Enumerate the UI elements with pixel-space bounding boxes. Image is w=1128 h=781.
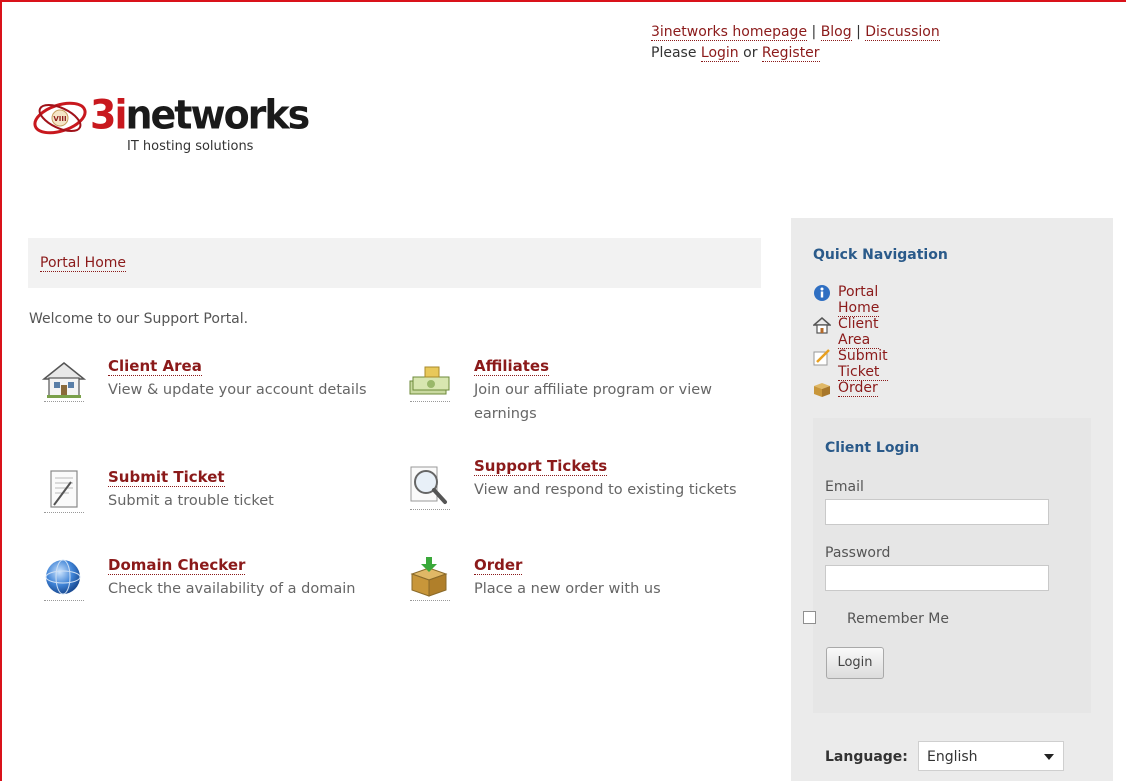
breadcrumb: Portal Home [28, 238, 761, 288]
separator: | [811, 24, 817, 40]
home-icon [813, 317, 831, 334]
magnifier-icon[interactable] [407, 465, 453, 511]
email-field[interactable] [825, 499, 1049, 525]
client-login-title: Client Login [825, 440, 920, 456]
logo-badge-text: VIII [53, 115, 66, 123]
feature-desc: View and respond to existing tickets [474, 482, 737, 498]
login-link[interactable]: Login [700, 45, 739, 62]
feature-desc: Submit a trouble ticket [108, 493, 274, 509]
sidebar: Quick Navigation Portal Home Client Area [791, 218, 1113, 781]
logo-tagline: IT hosting solutions [127, 139, 254, 154]
login-prompt-text: Please [651, 45, 697, 61]
blog-link[interactable]: Blog [820, 24, 852, 41]
logo[interactable]: VIII 3inetworks IT hosting solutions [30, 92, 310, 162]
feature-desc: View & update your account details [108, 382, 367, 398]
quick-nav-label[interactable]: Portal Home [838, 284, 880, 317]
feature-desc: Join our affiliate program or view earni… [474, 382, 713, 422]
password-field[interactable] [825, 565, 1049, 591]
remember-me-label[interactable]: Remember Me [847, 611, 949, 627]
remember-me-checkbox[interactable] [803, 611, 816, 624]
edit-icon [813, 349, 830, 366]
quick-nav-title: Quick Navigation [813, 247, 948, 263]
package-icon [814, 383, 830, 397]
email-label: Email [825, 479, 864, 495]
discussion-link[interactable]: Discussion [865, 24, 940, 41]
info-icon [814, 285, 830, 301]
divider [410, 509, 450, 510]
separator: | [856, 24, 861, 40]
divider [44, 401, 84, 402]
feature-title[interactable]: Support Tickets [474, 457, 608, 476]
divider [44, 512, 84, 513]
login-button[interactable]: Login [826, 647, 884, 679]
quick-nav-label[interactable]: Client Area [838, 316, 879, 349]
logo-swirl-icon: VIII [33, 101, 87, 135]
divider [410, 401, 450, 402]
header-links: 3inetworks homepage | Blog | Discussion … [651, 22, 940, 64]
logo-wordmark: 3inetworks [90, 91, 310, 139]
quick-nav-label[interactable]: Order [838, 380, 878, 397]
house-icon[interactable] [41, 357, 87, 403]
welcome-text: Welcome to our Support Portal. [29, 311, 249, 327]
feature-title[interactable]: Client Area [108, 357, 202, 376]
login-or-text: or [743, 45, 758, 61]
feature-desc: Check the availability of a domain [108, 581, 356, 597]
feature-title[interactable]: Affiliates [474, 357, 550, 376]
language-label: Language: [825, 749, 908, 765]
box-icon[interactable] [407, 556, 453, 602]
homepage-link[interactable]: 3inetworks homepage [651, 24, 808, 41]
language-value: English [927, 749, 978, 765]
feature-title[interactable]: Domain Checker [108, 556, 246, 575]
feature-title[interactable]: Submit Ticket [108, 468, 225, 487]
password-label: Password [825, 545, 891, 561]
feature-title[interactable]: Order [474, 556, 523, 575]
register-link[interactable]: Register [761, 45, 820, 62]
money-icon[interactable] [407, 357, 453, 403]
breadcrumb-portal-home[interactable]: Portal Home [40, 255, 127, 272]
divider [44, 600, 84, 601]
paper-pen-icon[interactable] [41, 468, 87, 514]
divider [410, 600, 450, 601]
globe-icon[interactable] [41, 556, 87, 602]
quick-nav-label[interactable]: Submit Ticket [838, 348, 888, 381]
chevron-down-icon [1044, 754, 1054, 760]
feature-desc: Place a new order with us [474, 581, 661, 597]
language-select[interactable]: English [918, 741, 1064, 771]
